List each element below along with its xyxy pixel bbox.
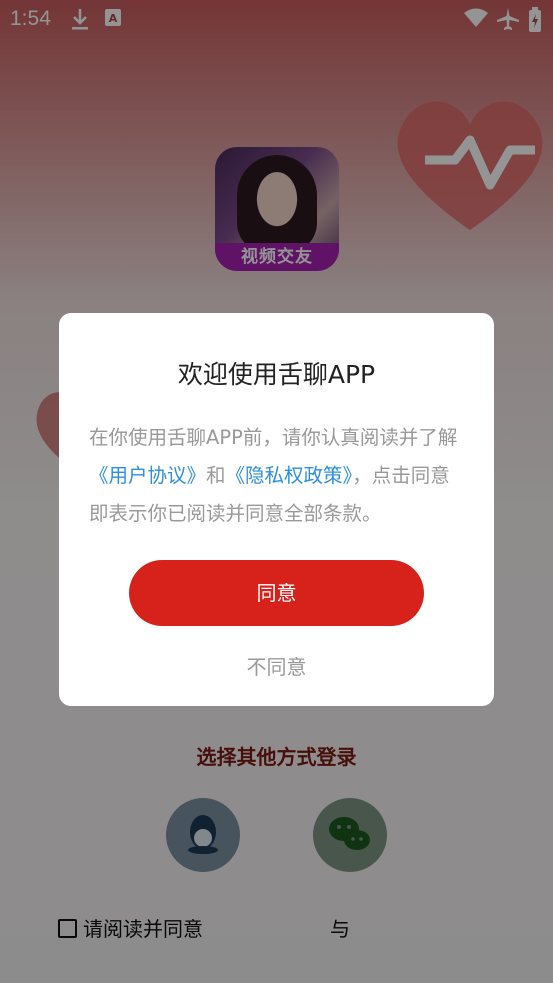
app-screen: 1:54 A 视频交友 选择其他方式登录 请阅读并同意 与 欢迎使用舌聊APP … [0,0,553,983]
disagree-button[interactable]: 不同意 [59,651,494,680]
dialog-title: 欢迎使用舌聊APP [177,360,376,389]
privacy-policy-link[interactable]: 《隐私权政策》 [226,464,353,487]
privacy-dialog: 欢迎使用舌聊APP 在你使用舌聊APP前，请你认真阅读并了解《用户协议》和《隐私… [59,313,494,706]
dialog-body-and: 和 [206,464,226,487]
dialog-body: 在你使用舌聊APP前，请你认真阅读并了解《用户协议》和《隐私权政策》，点击同意即… [89,419,469,533]
user-agreement-link[interactable]: 《用户协议》 [89,464,206,487]
dialog-body-prefix: 在你使用舌聊APP前，请你认真阅读并了解 [89,426,458,449]
agree-button[interactable]: 同意 [129,560,424,626]
